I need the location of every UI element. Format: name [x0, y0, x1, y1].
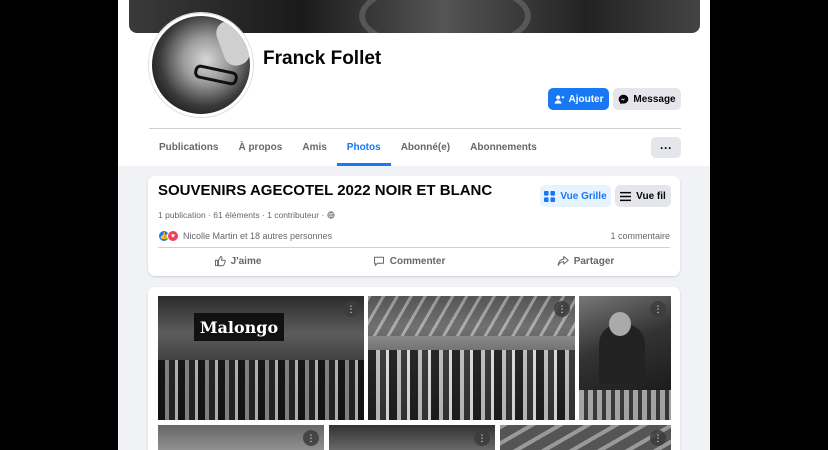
like-label: J'aime [230, 255, 262, 267]
more-options-button[interactable]: ··· [651, 137, 681, 158]
add-friend-icon [554, 94, 564, 104]
avatar[interactable] [149, 13, 253, 117]
like-button[interactable]: J'aime [214, 249, 262, 273]
actions-divider [158, 247, 670, 248]
grid-view-button[interactable]: Vue Grille [540, 185, 611, 207]
profile-tabs: Publications À propos Amis Photos Abonné… [149, 130, 547, 166]
comment-button[interactable]: Commenter [373, 249, 446, 273]
tab-publications[interactable]: Publications [149, 130, 228, 164]
message-label: Message [633, 93, 676, 105]
photo-content [368, 296, 575, 336]
photo-thumbnail[interactable]: ⋮ [579, 296, 671, 420]
post-actions: J'aime Commenter Partager [158, 249, 670, 273]
tab-followers[interactable]: Abonné(e) [391, 130, 460, 164]
add-friend-button[interactable]: Ajouter [548, 88, 609, 110]
avatar-glasses [193, 63, 239, 87]
photo-content [579, 390, 671, 420]
photo-banner-text: Malongo [194, 313, 284, 341]
tab-following[interactable]: Abonnements [460, 130, 547, 164]
grid-icon [544, 190, 556, 202]
photo-thumbnail[interactable]: ⋮ [500, 425, 671, 450]
photo-thumbnail[interactable]: Malongo ⋮ [158, 296, 364, 420]
photo-thumbnail[interactable]: ⋮ [329, 425, 495, 450]
photo-thumbnail[interactable]: ⋮ [158, 425, 324, 450]
reactions-summary[interactable]: 👍 ♥ Nicolle Martin et 18 autres personne… [158, 230, 332, 242]
photo-thumbnail[interactable]: ⋮ [368, 296, 575, 420]
reaction-icons: 👍 ♥ [158, 230, 179, 242]
comments-count[interactable]: 1 commentaire [610, 231, 670, 241]
comment-icon [373, 256, 384, 266]
message-button[interactable]: Message [613, 88, 681, 110]
globe-icon [327, 211, 335, 219]
messenger-icon [619, 94, 629, 104]
comment-label: Commenter [389, 255, 446, 267]
tab-friends[interactable]: Amis [292, 130, 336, 164]
album-meta: 1 publication · 61 éléments · 1 contribu… [158, 210, 335, 220]
reactions-text: Nicolle Martin et 18 autres personnes [183, 231, 333, 241]
photo-menu-icon[interactable]: ⋮ [650, 430, 666, 446]
thumbs-up-icon [214, 256, 226, 267]
album-title: SOUVENIRS AGECOTEL 2022 NOIR ET BLANC [158, 182, 493, 199]
photo-grid: Malongo ⋮ ⋮ ⋮ ⋮ ⋮ ⋮ [148, 287, 680, 450]
photo-menu-icon[interactable]: ⋮ [650, 301, 666, 317]
love-reaction-icon: ♥ [167, 230, 179, 242]
profile-name[interactable]: Franck Follet [263, 48, 381, 70]
header-divider [149, 128, 681, 129]
grid-view-label: Vue Grille [560, 190, 607, 202]
tab-about[interactable]: À propos [228, 130, 292, 164]
list-view-label: Vue fil [636, 190, 666, 202]
add-friend-label: Ajouter [568, 93, 604, 105]
photo-menu-icon[interactable]: ⋮ [303, 430, 319, 446]
share-icon [557, 256, 569, 266]
profile-page: Franck Follet Ajouter Message Publicatio… [118, 0, 710, 450]
album-card: SOUVENIRS AGECOTEL 2022 NOIR ET BLANC Vu… [148, 176, 680, 276]
tab-photos[interactable]: Photos [336, 130, 391, 166]
album-meta-text: 1 publication · 61 éléments · 1 contribu… [158, 210, 327, 220]
share-label: Partager [573, 255, 615, 267]
photo-content [368, 350, 575, 420]
photo-content [609, 312, 631, 336]
share-button[interactable]: Partager [557, 249, 615, 273]
list-icon [620, 191, 632, 201]
list-view-button[interactable]: Vue fil [615, 185, 671, 207]
photo-menu-icon[interactable]: ⋮ [474, 430, 490, 446]
photo-content [158, 360, 364, 420]
profile-header: Franck Follet Ajouter Message Publicatio… [118, 0, 710, 166]
photo-menu-icon[interactable]: ⋮ [343, 301, 359, 317]
photo-menu-icon[interactable]: ⋮ [554, 301, 570, 317]
